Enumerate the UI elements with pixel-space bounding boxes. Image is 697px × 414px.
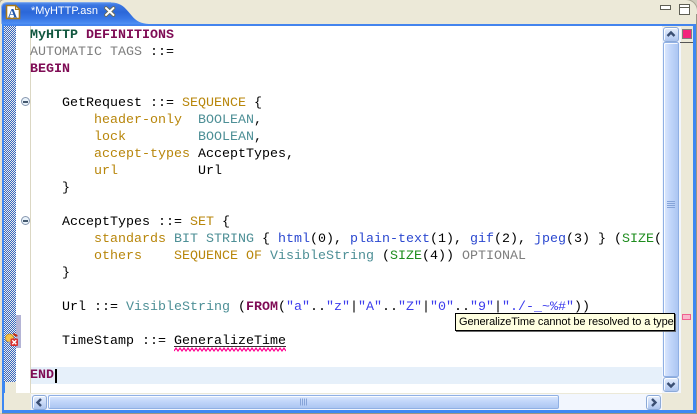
svg-text:A: A bbox=[8, 6, 18, 21]
